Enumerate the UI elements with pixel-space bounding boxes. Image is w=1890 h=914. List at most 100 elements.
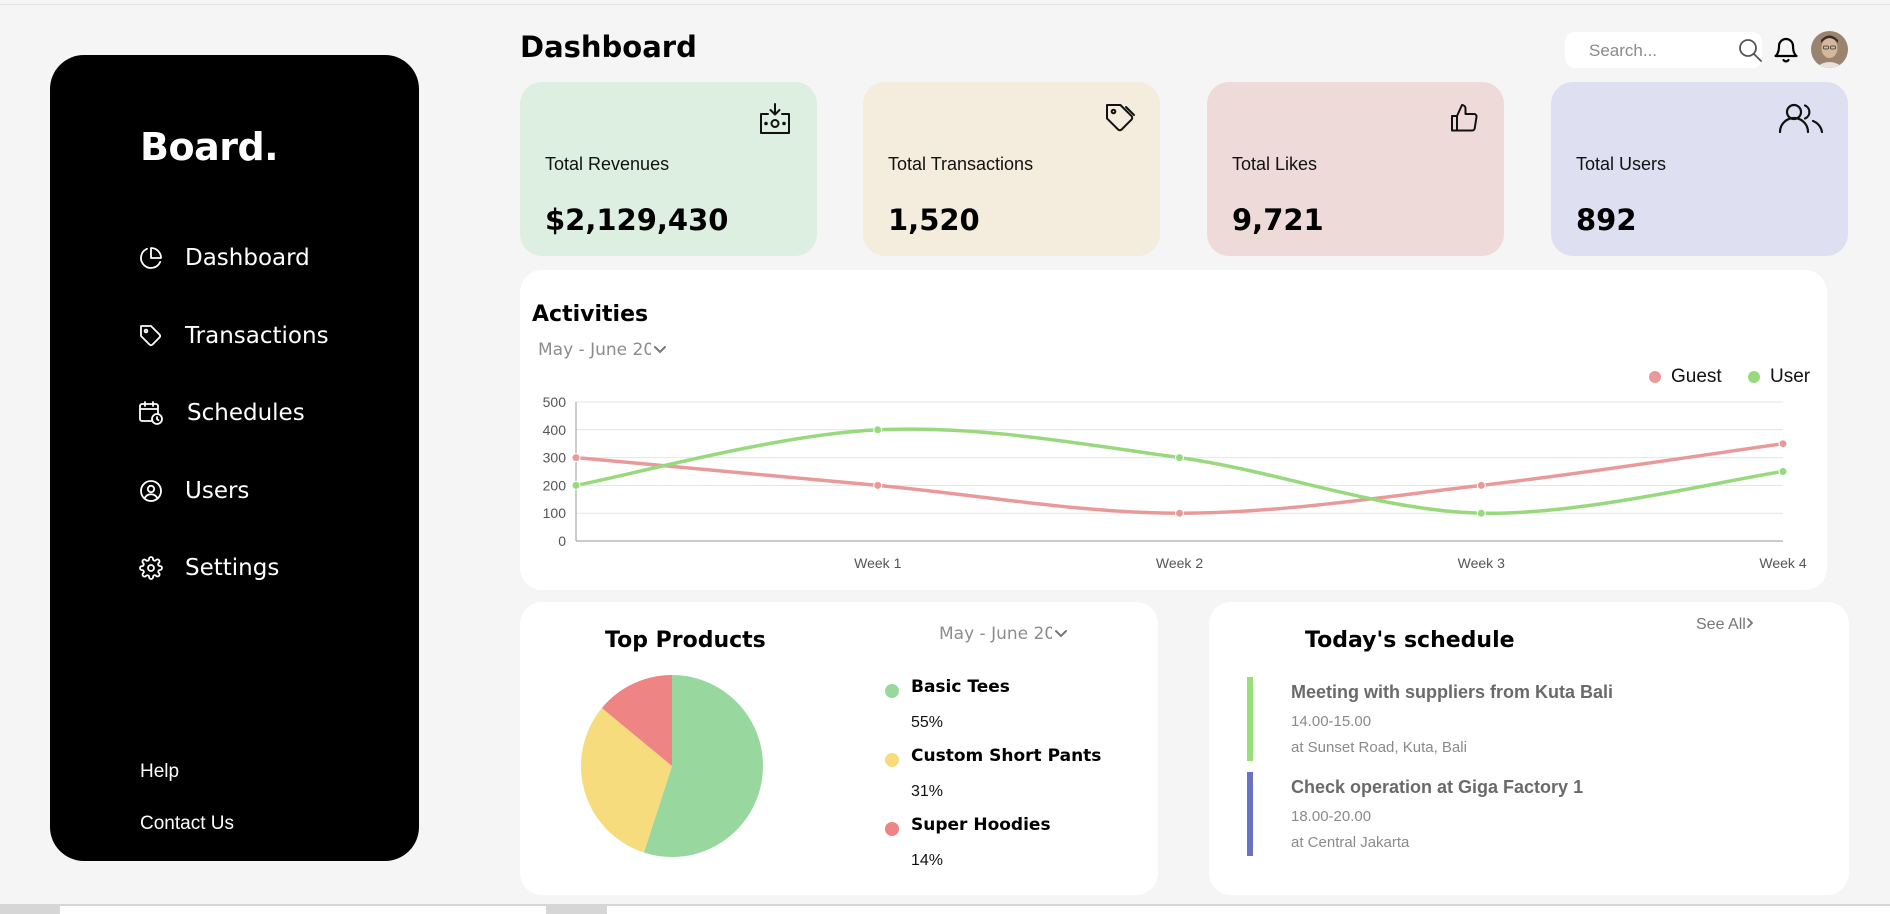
product-name: Super Hoodies [911,815,1051,835]
user-circle-icon [138,478,164,504]
stat-value: $2,129,430 [545,203,729,237]
product-name: Custom Short Pants [911,746,1102,766]
y-tick-label: 400 [543,422,567,438]
event-color-bar [1247,677,1253,761]
range-label: May - June 2021 [538,340,651,360]
pie-chart-icon [138,245,164,271]
gear-icon [138,555,164,581]
legend-dot [885,684,899,698]
stat-label: Total Likes [1232,154,1318,174]
contact-us-link[interactable]: Contact Us [140,813,234,835]
data-point [1778,439,1788,449]
event-location: at Central Jakarta [1291,834,1410,851]
bottom-scrollbar [0,904,1890,914]
event-title: Meeting with suppliers from Kuta Bali [1291,682,1614,702]
money-download-icon [757,102,793,141]
x-tick-label: Week 1 [854,555,901,571]
x-tick-label: Week 3 [1458,555,1505,571]
legend-label: Guest [1671,366,1722,387]
chevron-right-icon [1746,616,1754,633]
data-point [1778,467,1788,476]
top-products-pie-chart [581,675,763,857]
legend-dot [1649,371,1661,383]
schedule-event[interactable]: Meeting with suppliers from Kuta Bali 14… [1247,677,1807,761]
data-point [1476,508,1486,518]
chevron-down-icon [653,340,667,360]
sidebar-item-label: Settings [185,555,280,581]
search-box [1565,32,1762,68]
legend-user: User [1748,366,1810,388]
tag-icon [138,323,164,349]
data-point [571,453,581,463]
data-point [1175,453,1184,463]
see-all-label: See All [1696,616,1746,633]
sidebar-item-label: Schedules [187,400,305,426]
page-title: Dashboard [520,30,697,64]
sidebar-item-schedules[interactable]: Schedules [138,400,305,426]
avatar[interactable] [1811,31,1848,68]
stat-card-users[interactable]: Total Users 892 [1551,82,1848,256]
sidebar-item-dashboard[interactable]: Dashboard [138,245,310,271]
y-tick-label: 0 [558,533,566,549]
event-time: 14.00-15.00 [1291,713,1372,730]
legend-dot [885,753,899,767]
thumbs-up-icon [1448,102,1480,139]
top-divider [0,4,1890,5]
range-label: May - June 2021 [939,624,1052,644]
legend-guest: Guest [1649,366,1722,388]
x-tick-label: Week 2 [1156,555,1203,571]
data-point [873,425,883,435]
products-range-dropdown[interactable]: May - June 2021 [939,624,1068,644]
calendar-icon [138,400,164,426]
x-tick-label: Week 4 [1759,555,1806,571]
event-title: Check operation at Giga Factory 1 [1291,777,1584,797]
activities-line-chart: 0 100 200 300 400 500 Week 1 Week 2 Week 3 Week 4 [543,394,1807,571]
sidebar-item-users[interactable]: Users [138,478,249,504]
sidebar-item-label: Users [185,478,250,504]
activities-range-dropdown[interactable]: May - June 2021 [538,340,667,360]
chevron-down-icon [1054,624,1068,644]
users-icon [1778,102,1824,139]
top-products-title: Top Products [605,628,766,653]
schedule-panel: Today's schedule See All Meeting with su… [1209,602,1849,895]
bell-icon[interactable] [1772,35,1800,70]
activities-title: Activities [532,302,649,327]
sidebar-item-label: Transactions [185,323,329,349]
stat-card-transactions[interactable]: Total Transactions 1,520 [863,82,1160,256]
stat-value: 892 [1576,203,1637,237]
product-percent: 55% [911,714,944,731]
help-link[interactable]: Help [140,761,179,783]
legend-dot [885,822,899,836]
sidebar-item-settings[interactable]: Settings [138,555,279,581]
stat-card-revenues[interactable]: Total Revenues $2,129,430 [520,82,817,256]
schedule-event[interactable]: Check operation at Giga Factory 1 18.00-… [1247,772,1807,856]
legend-label: User [1770,366,1811,387]
data-point [873,480,883,490]
sidebar-item-transactions[interactable]: Transactions [138,323,329,349]
event-color-bar [1247,772,1253,856]
stat-value: 1,520 [888,203,980,237]
y-tick-label: 200 [543,477,567,493]
see-all-link[interactable]: See All [1696,616,1754,634]
y-tick-label: 500 [543,394,567,410]
product-name: Basic Tees [911,677,1010,697]
tag-icon [1104,102,1136,139]
stat-value: 9,721 [1232,203,1324,237]
y-tick-label: 100 [543,505,567,521]
search-icon[interactable] [1737,37,1763,68]
sidebar-item-label: Dashboard [185,245,310,271]
product-percent: 31% [911,783,944,800]
sidebar: Board. Dashboard Transactions Schedules … [50,55,419,861]
schedule-title: Today's schedule [1305,628,1515,653]
stat-label: Total Revenues [545,154,670,174]
legend-dot [1748,371,1760,383]
data-point [571,480,581,490]
stat-card-likes[interactable]: Total Likes 9,721 [1207,82,1504,256]
product-percent: 14% [911,852,944,869]
top-products-panel: Top Products May - June 2021 Basic Tees … [520,602,1158,895]
data-point [1476,480,1486,490]
search-input[interactable] [1587,38,1731,64]
stat-label: Total Transactions [888,154,1034,174]
y-tick-label: 300 [543,450,567,466]
data-point [1175,508,1184,518]
